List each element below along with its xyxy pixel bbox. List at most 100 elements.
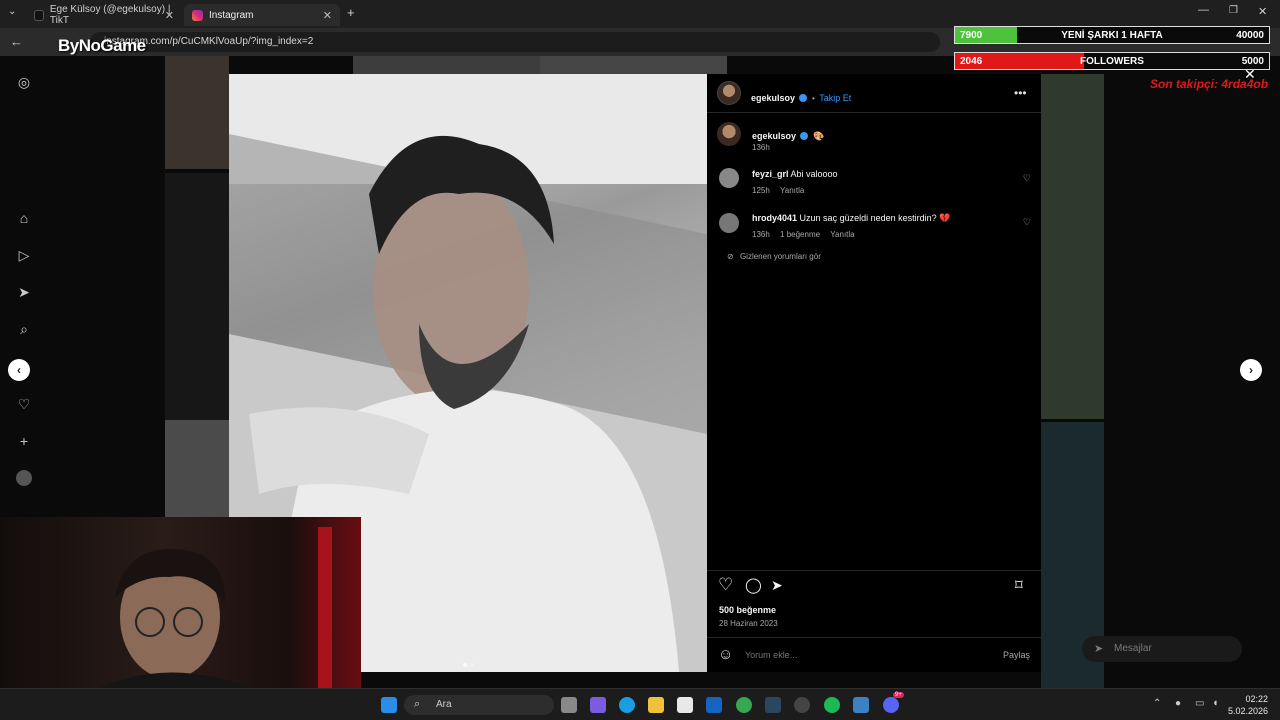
share-post-button[interactable]: Paylaş [1003,650,1030,660]
messages-button[interactable]: ➤ Mesajlar [1082,636,1242,662]
reply-link[interactable]: Yanıtla [780,186,804,195]
tab-title: Instagram [209,9,254,21]
caption-avatar[interactable] [717,122,741,146]
post-side-panel: egekulsoy • Takip Et ••• egekulsoy 🎨 136… [707,74,1041,672]
previous-post-arrow-icon[interactable]: ‹ [8,359,30,381]
comment-time: 136h [752,230,770,239]
caption-emoji: 🎨 [812,131,825,141]
messages-label: Mesajlar [1114,643,1152,654]
like-comment-heart-icon[interactable]: ♡ [1023,173,1031,184]
goal-label: YENİ ŞARKI 1 HAFTA [1061,30,1163,41]
volume-icon[interactable]: ◖ [1212,697,1219,709]
file-explorer-icon[interactable] [648,697,664,713]
webcam-illustration [100,527,332,688]
windows-taskbar: ⌕ Ara 9+ ⌃ ● ▭ ◖ 02:22 5.02.2026 [0,688,1280,720]
microphone-icon[interactable]: ● [1175,698,1181,709]
comment-time: 125h [752,186,770,195]
steam-icon[interactable] [765,697,781,713]
like-comment-heart-icon[interactable]: ♡ [1023,217,1031,228]
network-icon[interactable]: ▭ [1195,698,1204,709]
chrome-icon[interactable] [736,697,752,713]
tab-list-icon[interactable]: ⌄ [8,6,16,17]
comment-text: Uzun saç güzeldi neden kestirdin? 💔 [799,213,951,223]
new-tab-button[interactable]: + [347,5,355,20]
clock-date: 5.02.2026 [1227,706,1268,716]
task-view-icon[interactable] [561,697,577,713]
app-icon[interactable] [794,697,810,713]
webcam-feed [0,517,361,688]
system-clock[interactable]: 02:22 5.02.2026 [1228,693,1268,717]
eye-off-icon: ⊘ [727,252,734,261]
emoji-smiley-icon[interactable]: ☺ [718,646,733,663]
close-modal-icon[interactable]: ✕ [1244,66,1256,83]
comment-username[interactable]: hrody4041 [752,213,797,223]
comment-likes[interactable]: 1 beğenme [780,230,820,239]
browser-tab-bar: ⌄ Ege Külsoy (@egekulsoy) | TikT ✕ Insta… [0,0,1280,28]
instagram-icon [192,9,203,21]
comment-username[interactable]: feyzi_grl [752,169,789,179]
comment-meta: 125h Yanıtla [752,186,804,195]
grid-thumbnail[interactable] [540,56,727,74]
caption-username[interactable]: egekulsoy [752,131,796,141]
clock-time: 02:22 [1245,694,1268,704]
tray-chevron-icon[interactable]: ⌃ [1153,698,1161,709]
taskbar-search[interactable]: ⌕ Ara [404,695,554,715]
divider [707,570,1041,571]
instagram-sidebar: ◎ ⌂ ▷ ➤ ⌕ ♡ + [0,56,48,516]
author-username[interactable]: egekulsoy [751,93,795,103]
search-icon: ⌕ [414,698,421,710]
app-icon[interactable] [853,697,869,713]
grid-thumbnail[interactable] [165,56,229,169]
instagram-logo-icon[interactable]: ◎ [16,74,32,90]
search-label: Ara [436,699,452,710]
copilot-icon[interactable] [590,697,606,713]
author-avatar[interactable] [717,81,741,105]
next-post-arrow-icon[interactable]: › [1240,359,1262,381]
comment-avatar[interactable] [719,168,739,188]
more-horizontal-icon[interactable]: ••• [1014,86,1027,100]
app-icon[interactable] [706,697,722,713]
likes-count[interactable]: 500 beğenme [719,605,776,615]
profile-avatar[interactable] [16,470,32,486]
close-tab-icon[interactable]: ✕ [323,9,332,22]
save-bookmark-icon[interactable]: ⌑ [1015,576,1023,594]
windows-start-icon[interactable] [381,697,397,713]
reels-icon[interactable]: ▷ [16,247,32,263]
edge-icon[interactable] [619,697,635,713]
close-window-icon[interactable]: ✕ [1258,5,1267,18]
comment-bubble-icon[interactable]: ◯ [745,576,762,594]
tiktok-icon [34,9,44,21]
url-field[interactable]: instagram.com/p/CuCMKlVoaUp/?img_index=2 [90,32,940,52]
tab-instagram[interactable]: Instagram ✕ [184,4,340,26]
followers-progress-bar: 2046 FOLLOWERS 5000 [954,52,1270,70]
like-heart-icon[interactable]: ♡ [718,575,733,595]
grid-thumbnail[interactable] [1041,74,1104,419]
grid-thumbnail[interactable] [353,56,540,74]
grid-thumbnail[interactable] [165,420,229,517]
share-send-icon[interactable]: ➤ [771,577,783,594]
minimize-icon[interactable]: — [1198,4,1209,16]
tab-title: Ege Külsoy (@egekulsoy) | TikT [49,4,171,26]
comment-meta: 136h 1 beğenme Yanıtla [752,230,855,239]
reply-link[interactable]: Yanıtla [830,230,854,239]
send-icon[interactable]: ➤ [16,284,32,300]
hidden-comments-label: Gizlenen yorumları gör [739,252,821,261]
maximize-icon[interactable]: ❐ [1229,5,1238,16]
store-icon[interactable] [677,697,693,713]
comment-avatar[interactable] [719,213,739,233]
search-icon[interactable]: ⌕ [16,321,32,337]
stream-logo: ByNoGame [58,36,146,55]
verified-badge-icon [799,94,808,102]
create-plus-icon[interactable]: + [16,433,32,449]
tab-tiktok[interactable]: Ege Külsoy (@egekulsoy) | TikT ✕ [26,4,182,26]
hidden-comments-link[interactable]: ⊘ Gizlenen yorumları gör [727,252,821,261]
spotify-icon[interactable] [824,697,840,713]
notifications-heart-icon[interactable]: ♡ [16,396,32,412]
home-icon[interactable]: ⌂ [16,210,32,226]
follow-button[interactable]: Takip Et [819,93,851,103]
close-tab-icon[interactable]: ✕ [165,9,174,22]
discord-icon[interactable] [883,697,899,713]
comment-input[interactable] [745,647,985,663]
back-icon[interactable]: ← [10,34,23,49]
goal-progress-bar: 7900 YENİ ŞARKI 1 HAFTA 40000 [954,26,1270,44]
